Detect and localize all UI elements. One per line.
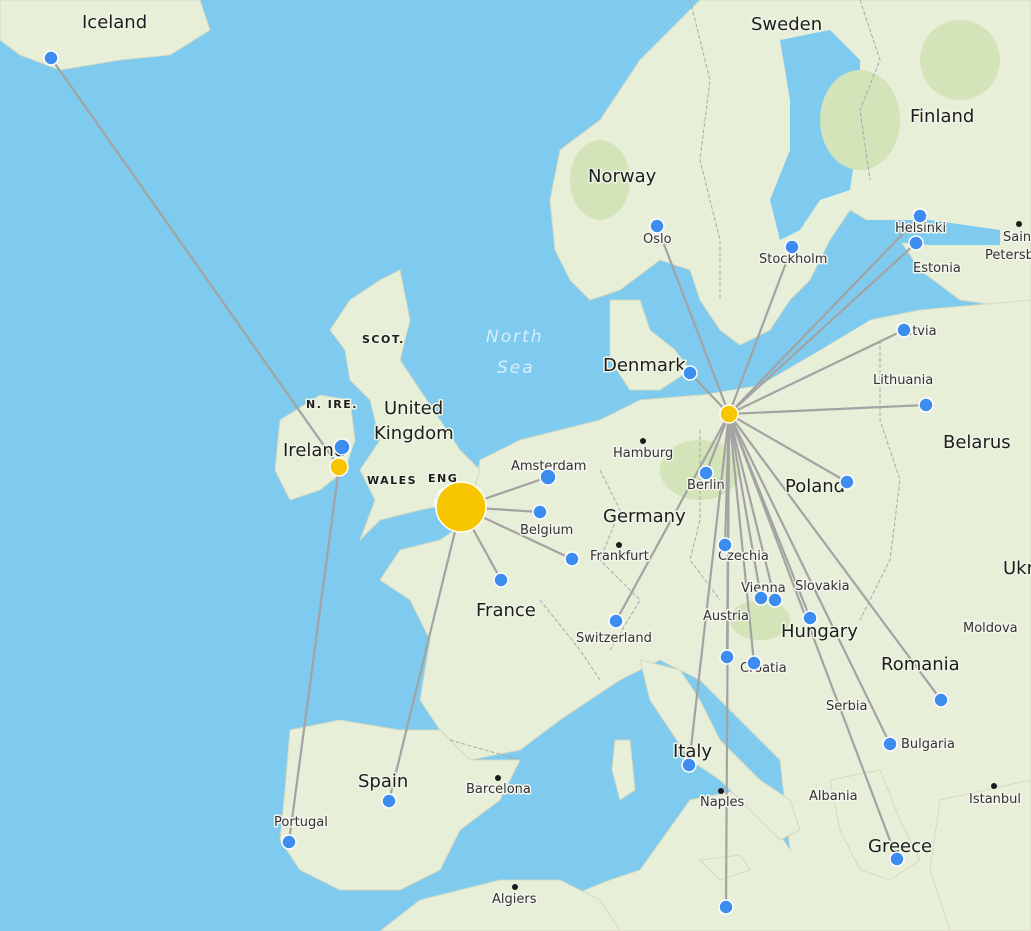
label-hungary: Hungary bbox=[781, 621, 858, 642]
destination-marker-warsaw[interactable] bbox=[839, 474, 855, 490]
destination-marker-oslo[interactable] bbox=[649, 218, 665, 234]
city-dot-saint-petersburg bbox=[1016, 221, 1022, 227]
destination-marker-malta[interactable] bbox=[718, 899, 734, 915]
destination-marker-zurich[interactable] bbox=[608, 613, 624, 629]
label-finland: Finland bbox=[910, 106, 974, 127]
city-dot-algiers bbox=[512, 884, 518, 890]
hub-marker-london[interactable] bbox=[435, 481, 487, 533]
destination-marker-budapest[interactable] bbox=[802, 610, 818, 626]
destination-marker-zagreb[interactable] bbox=[746, 655, 762, 671]
label-north-sea-1: North bbox=[486, 327, 544, 347]
label-germany: Germany bbox=[603, 506, 686, 527]
destination-marker-riga[interactable] bbox=[896, 322, 912, 338]
label-spain: Spain bbox=[358, 771, 408, 792]
label-oslo: Oslo bbox=[643, 232, 672, 247]
destination-marker-prague[interactable] bbox=[717, 537, 733, 553]
label-albania: Albania bbox=[809, 789, 858, 804]
destination-marker-amsterdam[interactable] bbox=[539, 468, 557, 486]
destination-marker-ljubljana[interactable] bbox=[719, 649, 735, 665]
destination-marker-sofia[interactable] bbox=[882, 736, 898, 752]
label-istanbul: Istanbul bbox=[969, 792, 1021, 807]
hub-marker-dublin[interactable] bbox=[329, 457, 349, 477]
label-austria: Austria bbox=[703, 609, 749, 624]
destination-marker-lisbon[interactable] bbox=[281, 834, 297, 850]
label-sweden: Sweden bbox=[751, 14, 822, 35]
label-denmark: Denmark bbox=[603, 355, 686, 376]
destination-marker-bucharest[interactable] bbox=[933, 692, 949, 708]
label-n-ireland: N. IRE. bbox=[306, 398, 358, 411]
destination-marker-helsinki[interactable] bbox=[912, 208, 928, 224]
destination-marker-copenhagen[interactable] bbox=[682, 365, 698, 381]
destination-marker-stockholm[interactable] bbox=[784, 239, 800, 255]
label-saint-petersburg-1: Sain bbox=[1003, 230, 1031, 245]
destination-marker-vilnius[interactable] bbox=[918, 397, 934, 413]
label-scotland: SCOT. bbox=[362, 333, 405, 346]
destination-marker-madrid[interactable] bbox=[381, 793, 397, 809]
label-serbia: Serbia bbox=[826, 699, 867, 714]
city-dot-frankfurt bbox=[616, 542, 622, 548]
label-portugal: Portugal bbox=[274, 815, 328, 830]
label-bulgaria: Bulgaria bbox=[901, 737, 955, 752]
destination-marker-tallinn[interactable] bbox=[908, 235, 924, 251]
label-lithuania: Lithuania bbox=[873, 373, 933, 388]
city-dot-istanbul bbox=[991, 783, 997, 789]
label-wales: WALES bbox=[367, 474, 417, 487]
label-frankfurt: Frankfurt bbox=[590, 549, 649, 564]
destination-marker-brussels[interactable] bbox=[532, 504, 548, 520]
hub-marker-berlin[interactable] bbox=[719, 404, 739, 424]
label-slovakia: Slovakia bbox=[795, 579, 850, 594]
destination-marker-vienna[interactable] bbox=[753, 590, 769, 606]
destination-marker-belfast[interactable] bbox=[333, 438, 351, 456]
label-naples: Naples bbox=[700, 795, 745, 810]
destination-marker-athens[interactable] bbox=[889, 851, 905, 867]
label-belarus: Belarus bbox=[943, 432, 1011, 453]
label-norway: Norway bbox=[588, 166, 657, 187]
city-dot-hamburg bbox=[640, 438, 646, 444]
destination-marker-bratislava[interactable] bbox=[767, 592, 783, 608]
label-estonia: Estonia bbox=[913, 261, 961, 276]
europe-route-map[interactable]: Iceland Sweden Finland Norway Denmark Un… bbox=[0, 0, 1031, 931]
label-hamburg: Hamburg bbox=[613, 446, 673, 461]
label-switzerland: Switzerland bbox=[576, 631, 652, 646]
label-north-sea-2: Sea bbox=[497, 358, 535, 378]
destination-marker-luxembourg[interactable] bbox=[564, 551, 580, 567]
city-dot-naples bbox=[718, 788, 724, 794]
label-united-kingdom-1: United bbox=[384, 398, 443, 419]
label-moldova: Moldova bbox=[963, 621, 1018, 636]
label-romania: Romania bbox=[881, 654, 960, 675]
label-ukraine: Ukr bbox=[1003, 558, 1031, 579]
label-poland: Poland bbox=[785, 476, 845, 497]
label-united-kingdom-2: Kingdom bbox=[374, 423, 454, 444]
label-barcelona: Barcelona bbox=[466, 782, 531, 797]
label-saint-petersburg-2: Petersb bbox=[985, 248, 1031, 263]
destination-marker-berlin[interactable] bbox=[698, 465, 714, 481]
label-belgium: Belgium bbox=[520, 523, 573, 538]
city-dot-barcelona bbox=[495, 775, 501, 781]
destination-marker-rome[interactable] bbox=[681, 757, 697, 773]
destination-marker-paris[interactable] bbox=[493, 572, 509, 588]
label-iceland: Iceland bbox=[82, 12, 147, 33]
label-france: France bbox=[476, 600, 536, 621]
label-algiers: Algiers bbox=[492, 892, 537, 907]
destination-marker-reykjavik[interactable] bbox=[43, 50, 59, 66]
